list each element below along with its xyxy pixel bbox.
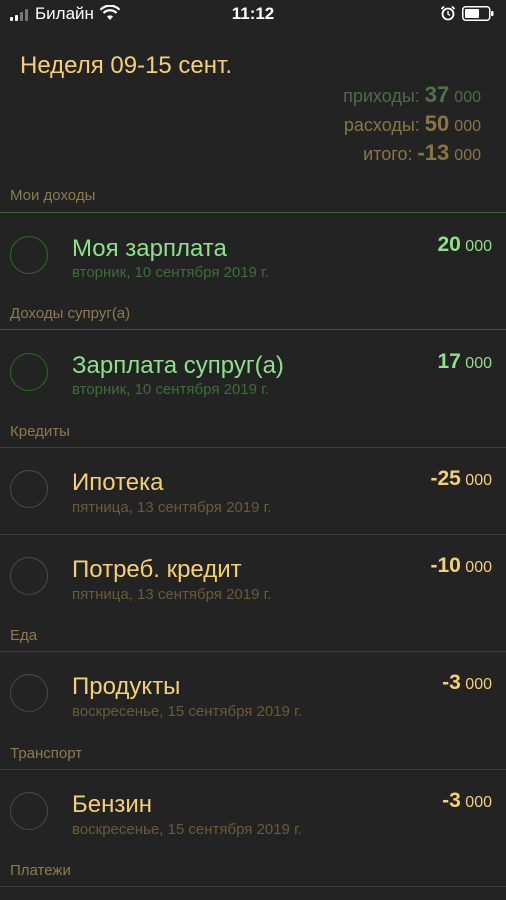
item-title: Потреб. кредит [72,556,242,583]
item-amount: -25 000 [430,467,492,491]
item-date: воскресенье, 15 сентября 2019 г. [72,821,302,838]
item-date: вторник, 10 сентября 2019 г. [72,264,269,281]
item-title: Зарплата супруг(а) [72,352,284,379]
list-item-groceries[interactable]: Продукты воскресенье, 15 сентября 2019 г… [0,652,506,742]
net-label: итого: [363,144,413,164]
amount-value: 20 [437,233,461,256]
income-value: 37 [424,82,450,107]
battery-icon [462,6,494,21]
item-amount: 20 000 [437,233,492,257]
expense-thousands: 000 [454,118,481,135]
income-total: приходы: 37 000 [343,82,481,111]
status-circle[interactable] [10,353,48,391]
amount-thousands: 000 [465,355,492,372]
status-circle[interactable] [10,792,48,830]
expense-value: 50 [424,111,450,136]
status-circle[interactable] [10,674,48,712]
clock: 11:12 [231,4,275,23]
item-title: Бензин [72,791,153,818]
amount-value: -25 [430,467,461,490]
amount-value: -3 [442,789,461,812]
amount-thousands: 000 [465,676,492,693]
status-circle[interactable] [10,557,48,595]
income-label: приходы: [343,86,420,106]
amount-thousands: 000 [465,794,492,811]
section-label: Еда [10,627,38,644]
week-totals: приходы: 37 000 расходы: 50 000 итого: -… [343,82,481,169]
list-item-spouse-salary[interactable]: Зарплата супруг(а) вторник, 10 сентября … [0,330,506,420]
item-date: пятница, 13 сентября 2019 г. [72,499,272,516]
status-circle[interactable] [10,236,48,274]
item-date: пятница, 13 сентября 2019 г. [72,586,272,603]
item-amount: -10 000 [430,554,492,578]
item-date: вторник, 10 сентября 2019 г. [72,381,269,398]
item-date: воскресенье, 15 сентября 2019 г. [72,703,302,720]
amount-value: 17 [437,350,461,373]
section-label: Транспорт [10,745,83,762]
list-item-mortgage[interactable]: Ипотека пятница, 13 сентября 2019 г. -25… [0,448,506,534]
status-bar: Билайн 11:12 [0,0,506,28]
item-amount: -3 000 [442,789,492,813]
amount-value: -10 [430,554,461,577]
list-item-fuel[interactable]: Бензин воскресенье, 15 сентября 2019 г. … [0,770,506,860]
section-divider [0,886,506,887]
status-circle[interactable] [10,470,48,508]
section-label: Доходы супруг(а) [10,305,131,322]
expense-label: расходы: [343,115,420,135]
item-title: Ипотека [72,469,164,496]
net-total: итого: -13 000 [343,140,481,169]
net-thousands: 000 [454,147,481,164]
list-item-consumer-credit[interactable]: Потреб. кредит пятница, 13 сентября 2019… [0,535,506,625]
list-item-my-salary[interactable]: Моя зарплата вторник, 10 сентября 2019 г… [0,213,506,303]
section-label: Мои доходы [10,187,96,204]
item-amount: -3 000 [442,671,492,695]
item-title: Моя зарплата [72,235,227,262]
amount-thousands: 000 [465,472,492,489]
section-label: Платежи [10,862,71,879]
income-thousands: 000 [454,89,481,106]
amount-thousands: 000 [465,238,492,255]
item-title: Продукты [72,673,181,700]
item-amount: 17 000 [437,350,492,374]
page-title: Неделя 09-15 сент. [20,52,233,79]
expense-total: расходы: 50 000 [343,111,481,140]
amount-thousands: 000 [465,559,492,576]
section-label: Кредиты [10,423,70,440]
alarm-icon [440,5,456,21]
net-value: -13 [417,140,450,165]
amount-value: -3 [442,671,461,694]
